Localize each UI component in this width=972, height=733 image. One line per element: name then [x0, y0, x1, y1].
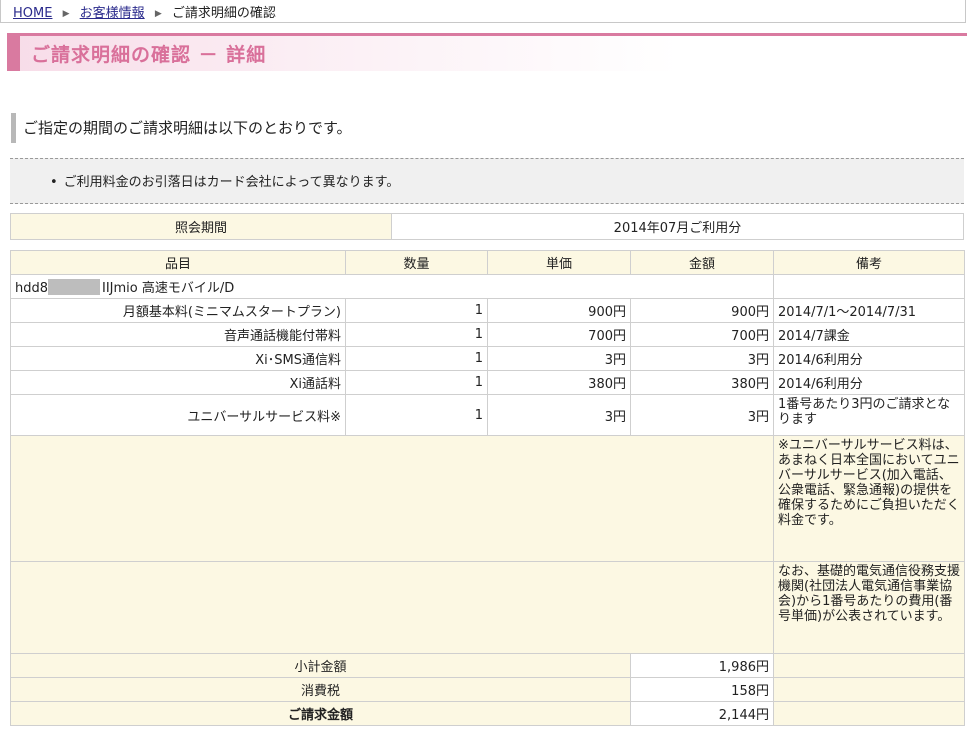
item-cell: Xi･SMS通信料 — [10, 346, 346, 371]
breadcrumb-current: ご請求明細の確認 — [171, 6, 276, 21]
service-name-cell: hdd8 IIJmio 高速モバイル/D — [10, 274, 774, 299]
item-cell: ユニバーサルサービス料※ — [10, 394, 346, 436]
amount-cell: 380円 — [630, 370, 774, 395]
note-spacer-cell — [10, 561, 774, 654]
table-row: ユニバーサルサービス料※ 1 3円 3円 1番号あたり3円のご請求となります — [10, 394, 965, 436]
period-value: 2014年07月ご利用分 — [391, 213, 964, 240]
amount-cell: 900円 — [630, 298, 774, 323]
note-spacer-cell — [10, 435, 774, 562]
breadcrumb-arrow-icon: ▶ — [154, 9, 162, 19]
universal-service-note: ※ユニバーサルサービス料は、あまねく日本全国においてユニバーサルサービス(加入電… — [773, 435, 965, 562]
remarks-cell: 2014/6利用分 — [773, 346, 965, 371]
table-row: 音声通話機能付帯料 1 700円 700円 2014/7課金 — [10, 322, 965, 347]
tax-value: 158円 — [630, 677, 774, 702]
qty-cell: 1 — [345, 370, 488, 395]
breadcrumb-customer-info-link[interactable]: お客様情報 — [80, 6, 145, 21]
unit-price-cell: 3円 — [487, 346, 631, 371]
notice-box: • ご利用料金のお引落日はカード会社によって異なります。 — [10, 158, 964, 204]
remarks-cell: 2014/6利用分 — [773, 370, 965, 395]
breadcrumb-arrow-icon: ▶ — [62, 9, 70, 19]
subtotal-row: 小計金額 1,986円 — [10, 653, 965, 678]
column-header-item: 品目 — [10, 250, 346, 275]
service-prefix: hdd8 — [15, 281, 49, 296]
billing-detail-table: 品目 数量 単価 金額 備考 hdd8 IIJmio 高速モバイル/D 月額基本料… — [10, 250, 965, 726]
column-header-remarks: 備考 — [773, 250, 965, 275]
note-row: なお、基礎的電気通信役務支援機関(社団法人電気通信事業協会)から1番号あたりの費… — [10, 561, 965, 654]
remarks-cell: 1番号あたり3円のご請求となります — [773, 394, 965, 436]
subtotal-value: 1,986円 — [630, 653, 774, 678]
remarks-cell: 2014/7/1～2014/7/31 — [773, 298, 965, 323]
qty-cell: 1 — [345, 394, 488, 436]
table-row: Xi通話料 1 380円 380円 2014/6利用分 — [10, 370, 965, 395]
notice-text: ご利用料金のお引落日はカード会社によって異なります。 — [63, 175, 400, 190]
table-header-row: 品目 数量 単価 金額 備考 — [10, 250, 965, 275]
masked-id — [48, 279, 101, 295]
page-title-bar: ご請求明細の確認 － 詳細 — [7, 33, 967, 71]
unit-price-cell: 3円 — [487, 394, 631, 436]
total-label: ご請求金額 — [10, 701, 631, 726]
service-remarks-cell — [773, 274, 965, 299]
unit-price-note: なお、基礎的電気通信役務支援機関(社団法人電気通信事業協会)から1番号あたりの費… — [773, 561, 965, 654]
total-row: ご請求金額 2,144円 — [10, 701, 965, 726]
qty-cell: 1 — [345, 346, 488, 371]
unit-price-cell: 700円 — [487, 322, 631, 347]
subtotal-label: 小計金額 — [10, 653, 631, 678]
total-remarks — [773, 701, 965, 726]
period-table: 照会期間 2014年07月ご利用分 — [10, 213, 964, 240]
table-row: Xi･SMS通信料 1 3円 3円 2014/6利用分 — [10, 346, 965, 371]
subtotal-remarks — [773, 653, 965, 678]
column-header-qty: 数量 — [345, 250, 488, 275]
unit-price-cell: 900円 — [487, 298, 631, 323]
qty-cell: 1 — [345, 322, 488, 347]
total-value: 2,144円 — [630, 701, 774, 726]
note-row: ※ユニバーサルサービス料は、あまねく日本全国においてユニバーサルサービス(加入電… — [10, 435, 965, 562]
lead-text: ご指定の期間のご請求明細は以下のとおりです。 — [11, 113, 352, 143]
tax-row: 消費税 158円 — [10, 677, 965, 702]
amount-cell: 700円 — [630, 322, 774, 347]
breadcrumb-home-link[interactable]: HOME — [13, 6, 52, 21]
service-name: IIJmio 高速モバイル/D — [102, 281, 235, 296]
page-title: ご請求明細の確認 － 詳細 — [31, 44, 267, 66]
service-row: hdd8 IIJmio 高速モバイル/D — [10, 274, 965, 299]
column-header-amount: 金額 — [630, 250, 774, 275]
item-cell: 音声通話機能付帯料 — [10, 322, 346, 347]
column-header-unit-price: 単価 — [487, 250, 631, 275]
item-cell: Xi通話料 — [10, 370, 346, 395]
breadcrumb: HOME ▶ お客様情報 ▶ ご請求明細の確認 — [0, 0, 966, 23]
period-label: 照会期間 — [10, 213, 392, 240]
title-accent-bar — [7, 36, 20, 71]
table-row: 月額基本料(ミニマムスタートプラン) 1 900円 900円 2014/7/1～… — [10, 298, 965, 323]
tax-remarks — [773, 677, 965, 702]
amount-cell: 3円 — [630, 394, 774, 436]
remarks-cell: 2014/7課金 — [773, 322, 965, 347]
unit-price-cell: 380円 — [487, 370, 631, 395]
qty-cell: 1 — [345, 298, 488, 323]
amount-cell: 3円 — [630, 346, 774, 371]
item-cell: 月額基本料(ミニマムスタートプラン) — [10, 298, 346, 323]
bullet-icon: • — [50, 175, 58, 190]
tax-label: 消費税 — [10, 677, 631, 702]
